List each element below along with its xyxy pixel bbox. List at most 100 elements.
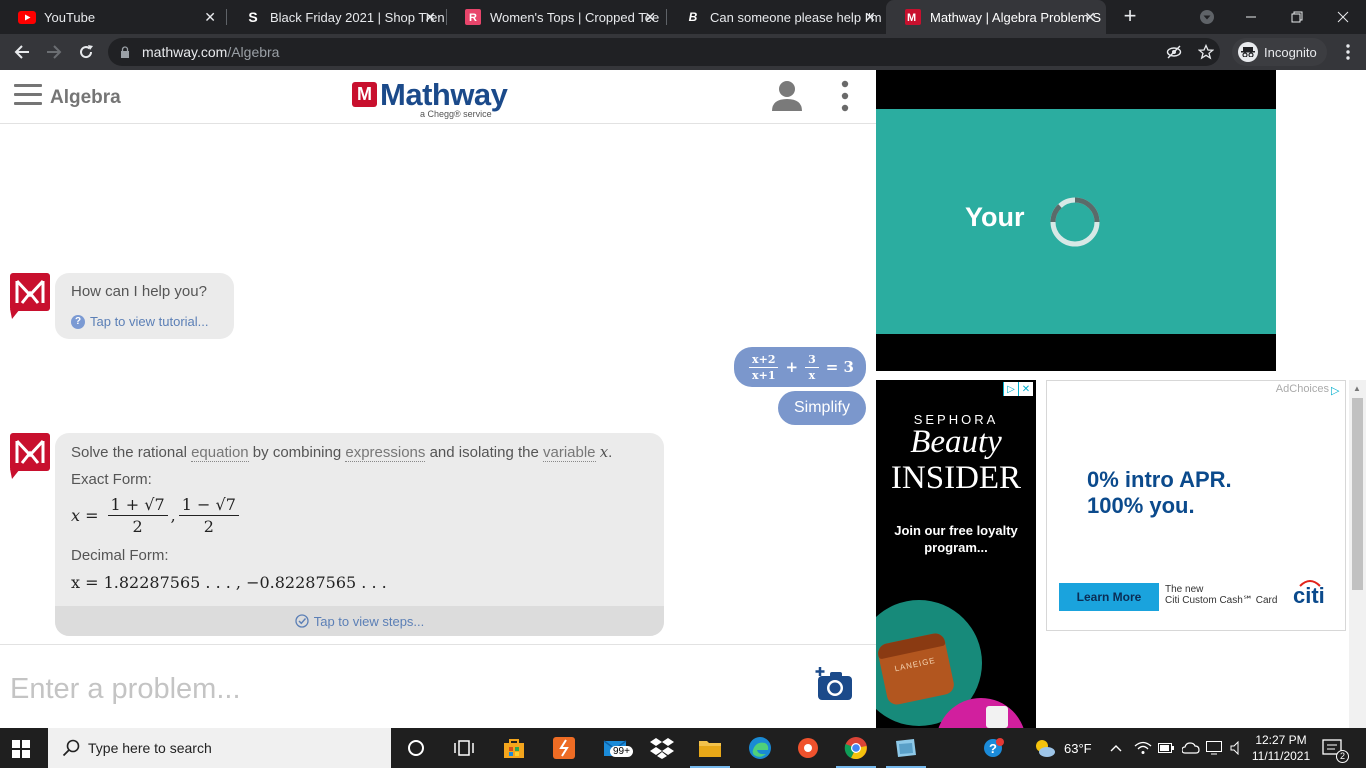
tab-womens-tops[interactable]: R Women's Tops | Cropped Tee ✕ bbox=[446, 0, 666, 34]
close-window-button[interactable] bbox=[1320, 0, 1366, 34]
chrome-icon[interactable] bbox=[832, 728, 880, 768]
video-ad-text: Your bbox=[965, 202, 1025, 232]
browser-toolbar: mathway.com/Algebra Incognito bbox=[0, 34, 1366, 70]
tab-black-friday[interactable]: S Black Friday 2021 | Shop Tren ✕ bbox=[226, 0, 446, 34]
app-icon-circle[interactable] bbox=[784, 728, 832, 768]
close-tab-icon[interactable]: ✕ bbox=[204, 10, 216, 24]
eye-off-icon[interactable] bbox=[1166, 44, 1182, 60]
scrollbar-thumb[interactable] bbox=[1352, 398, 1363, 590]
app-icon-blue[interactable] bbox=[882, 728, 930, 768]
cortana-icon[interactable] bbox=[392, 728, 440, 768]
user-problem-bubble[interactable]: x+2 x+1 + 3x = 3 bbox=[734, 347, 866, 387]
incognito-profile-button[interactable]: Incognito bbox=[1232, 38, 1327, 66]
ad-choices-badge[interactable]: ▷ ✕ bbox=[1003, 382, 1033, 396]
bookmark-star-icon[interactable] bbox=[1198, 44, 1214, 60]
citi-ad[interactable]: AdChoices ▷ 0% intro APR. 100% you. Learn… bbox=[1046, 380, 1346, 631]
view-steps-label: Tap to view steps... bbox=[313, 613, 425, 629]
back-arrow-icon bbox=[14, 45, 29, 59]
question-icon: ? bbox=[71, 314, 85, 329]
windows-start-icon[interactable] bbox=[12, 740, 30, 758]
weather-widget[interactable]: 63°F bbox=[1032, 728, 1092, 768]
more-options-icon[interactable] bbox=[840, 80, 850, 112]
learn-more-button[interactable]: Learn More bbox=[1059, 583, 1159, 611]
mathway-header: Algebra M Mathway a Chegg® service bbox=[0, 70, 876, 124]
term-variable[interactable]: variable bbox=[543, 444, 596, 462]
incognito-icon bbox=[1238, 42, 1258, 62]
weather-icon bbox=[1036, 740, 1055, 757]
display-icon[interactable] bbox=[1206, 728, 1222, 768]
back-button[interactable] bbox=[10, 40, 34, 64]
address-bar[interactable]: mathway.com/Algebra bbox=[108, 38, 1220, 66]
subject-title[interactable]: Algebra bbox=[50, 87, 121, 109]
tab-youtube[interactable]: YouTube ✕ bbox=[0, 0, 226, 34]
decimal-form-label: Decimal Form: bbox=[71, 547, 169, 564]
help-icon[interactable]: ? bbox=[982, 728, 1004, 768]
lock-icon bbox=[121, 46, 129, 58]
close-tab-icon[interactable]: ✕ bbox=[644, 10, 656, 24]
tab-brainly[interactable]: B Can someone please help I'm ✕ bbox=[666, 0, 886, 34]
taskbar-clock[interactable]: 12:27 PM 11/11/2021 bbox=[1250, 732, 1312, 764]
close-tab-icon[interactable]: ✕ bbox=[1084, 10, 1096, 24]
user-account-icon[interactable] bbox=[770, 80, 804, 112]
tab-title: Mathway | Algebra Problem S bbox=[930, 9, 1102, 25]
chevron-down-icon bbox=[1200, 10, 1214, 24]
network-icon[interactable] bbox=[1134, 728, 1152, 768]
youtube-icon bbox=[18, 8, 36, 26]
tab-mathway[interactable]: M Mathway | Algebra Problem S ✕ bbox=[886, 0, 1106, 34]
store-icon[interactable] bbox=[490, 728, 538, 768]
hamburger-menu-icon[interactable] bbox=[14, 84, 42, 106]
tab-title: Black Friday 2021 | Shop Tren bbox=[270, 9, 445, 25]
problem-input-area bbox=[0, 644, 876, 728]
shein-icon: S bbox=[248, 9, 258, 25]
simplify-bubble[interactable]: Simplify bbox=[778, 391, 866, 425]
chrome-menu-button[interactable] bbox=[1336, 40, 1360, 64]
volume-icon[interactable] bbox=[1230, 728, 1244, 768]
battery-icon[interactable] bbox=[1158, 728, 1174, 768]
brainly-icon: B bbox=[688, 10, 698, 24]
tab-title: Can someone please help I'm bbox=[710, 9, 882, 25]
page-scrollbar[interactable]: ▲ bbox=[1349, 380, 1366, 728]
video-ad[interactable]: Your bbox=[876, 70, 1276, 371]
citi-headline-2: 100% you. bbox=[1087, 493, 1195, 518]
answer-bubble: Solve the rational equation by combining… bbox=[55, 433, 664, 636]
reload-button[interactable] bbox=[74, 40, 98, 64]
close-tab-icon[interactable]: ✕ bbox=[864, 10, 876, 24]
term-expressions[interactable]: expressions bbox=[345, 444, 426, 462]
tutorial-link[interactable]: ? Tap to view tutorial... bbox=[71, 314, 209, 329]
onedrive-icon[interactable] bbox=[1182, 728, 1200, 768]
sephora-ad[interactable]: ▷ ✕ SEPHORA Beauty INSIDER Join our free … bbox=[876, 380, 1036, 728]
tutorial-link-label: Tap to view tutorial... bbox=[90, 314, 209, 329]
view-steps-link[interactable]: Tap to view steps... bbox=[55, 606, 664, 636]
citi-headline-1: 0% intro APR. bbox=[1087, 467, 1232, 492]
dropbox-icon[interactable] bbox=[638, 728, 686, 768]
mail-badge: 99+ bbox=[610, 746, 633, 757]
task-view-icon[interactable] bbox=[440, 728, 488, 768]
notifications-icon[interactable]: 2 bbox=[1322, 728, 1350, 768]
tray-chevron-up-icon[interactable] bbox=[1110, 728, 1122, 768]
sephora-title-1: Beauty bbox=[910, 424, 1002, 460]
mathway-bot-avatar bbox=[10, 433, 50, 479]
mathway-icon: M bbox=[904, 8, 922, 26]
file-explorer-icon[interactable] bbox=[686, 728, 734, 768]
problem-input[interactable] bbox=[10, 667, 790, 711]
taskbar-search-box[interactable]: Type here to search bbox=[48, 728, 391, 768]
term-equation[interactable]: equation bbox=[191, 444, 249, 462]
logo-word: Mathway bbox=[380, 77, 508, 112]
restore-button[interactable] bbox=[1274, 0, 1320, 34]
greeting-text: How can I help you? bbox=[71, 283, 207, 300]
product-tube-image bbox=[986, 706, 1008, 728]
ad-choices-link[interactable]: AdChoices ▷ bbox=[1276, 383, 1341, 397]
svg-text:?: ? bbox=[989, 741, 997, 756]
forward-button[interactable] bbox=[42, 40, 66, 64]
exact-form-value: x = 1 + √7 2 , 1 − √7 2 bbox=[71, 495, 242, 536]
new-tab-button[interactable]: + bbox=[1118, 4, 1142, 28]
mail-icon[interactable]: 99+ bbox=[592, 728, 640, 768]
close-tab-icon[interactable]: ✕ bbox=[424, 10, 436, 24]
minimize-button[interactable] bbox=[1228, 0, 1274, 34]
tab-title: Women's Tops | Cropped Tee bbox=[490, 9, 660, 25]
app-icon-orange[interactable] bbox=[540, 728, 588, 768]
tab-search-button[interactable] bbox=[1184, 0, 1230, 34]
edge-icon[interactable] bbox=[736, 728, 784, 768]
camera-icon[interactable] bbox=[814, 667, 854, 703]
citi-logo: citi bbox=[1293, 580, 1325, 608]
